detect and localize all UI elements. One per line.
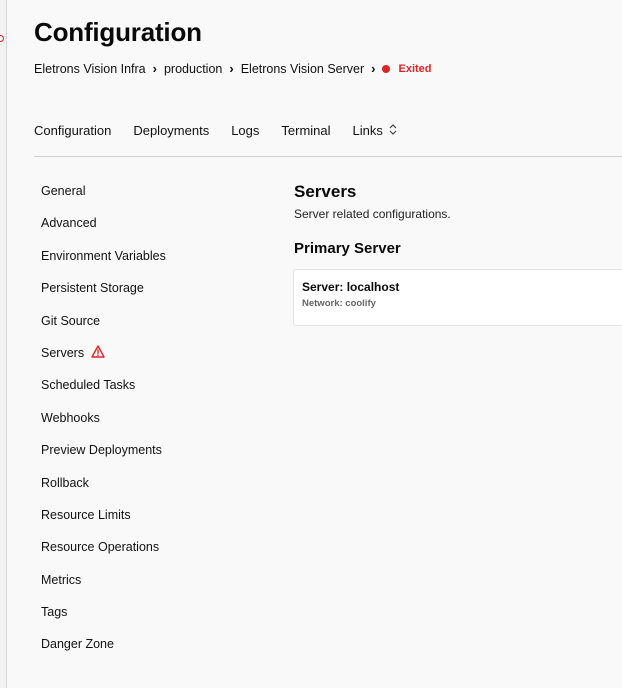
- tab-links[interactable]: Links: [353, 123, 397, 138]
- status-badge: Exited: [398, 62, 432, 75]
- sidebar-item-label: Advanced: [41, 216, 97, 231]
- status-dot-icon: [382, 64, 391, 73]
- sidebar-item-label: Webhooks: [41, 410, 100, 425]
- sidebar-item-label: Servers: [41, 345, 85, 360]
- sidebar-item-git-source[interactable]: Git Source: [41, 314, 166, 346]
- primary-server-heading: Primary Server: [294, 240, 401, 257]
- sidebar-item-label: Environment Variables: [41, 248, 166, 263]
- page-title: Configuration: [34, 17, 202, 47]
- sidebar-item-webhooks[interactable]: Webhooks: [41, 411, 166, 443]
- server-name: Server: localhost: [302, 280, 400, 294]
- sidebar-item-tags[interactable]: Tags: [41, 605, 166, 637]
- tab-terminal[interactable]: Terminal: [281, 123, 330, 138]
- sidebar-item-label: Persistent Storage: [41, 281, 144, 296]
- tab-logs[interactable]: Logs: [231, 123, 259, 138]
- sidebar-item-advanced[interactable]: Advanced: [41, 216, 166, 248]
- sidebar-item-label: Scheduled Tasks: [41, 378, 136, 393]
- chevron-right-icon: ›: [371, 61, 376, 76]
- sidebar-item-label: Metrics: [41, 572, 82, 587]
- server-card[interactable]: Server: localhost Network: coolify: [293, 269, 622, 326]
- chevron-up-down-icon: [389, 123, 397, 138]
- breadcrumb: Eletrons Vision Infra › production › Ele…: [34, 61, 432, 76]
- sidebar-item-preview-deployments[interactable]: Preview Deployments: [41, 443, 166, 475]
- sidebar-item-label: Resource Limits: [41, 507, 131, 522]
- breadcrumb-item-environment[interactable]: production: [164, 62, 222, 76]
- sidebar-item-label: Tags: [41, 605, 68, 620]
- sidebar-item-rollback[interactable]: Rollback: [41, 476, 166, 508]
- server-network: Network: coolify: [302, 298, 376, 309]
- left-rail: [0, 0, 7, 688]
- sidebar-item-label: Rollback: [41, 475, 89, 490]
- sidebar-item-persistent-storage[interactable]: Persistent Storage: [41, 281, 166, 313]
- sidebar-item-label: Danger Zone: [41, 637, 114, 652]
- sidebar-item-environment-variables[interactable]: Environment Variables: [41, 249, 166, 281]
- tab-configuration[interactable]: Configuration: [34, 123, 111, 138]
- chevron-right-icon: ›: [229, 61, 234, 76]
- warning-icon: [91, 345, 105, 361]
- section-heading: Servers: [294, 182, 357, 201]
- sidebar-item-label: Preview Deployments: [41, 443, 162, 458]
- indicator-dot-icon: [0, 35, 4, 42]
- breadcrumb-item-project[interactable]: Eletrons Vision Infra: [34, 62, 146, 76]
- sidebar-item-metrics[interactable]: Metrics: [41, 573, 166, 605]
- sidebar-item-label: Resource Operations: [41, 540, 160, 555]
- divider: [34, 156, 622, 157]
- chevron-right-icon: ›: [152, 61, 157, 76]
- sidebar-item-servers[interactable]: Servers: [41, 345, 166, 378]
- sidebar-item-label: Git Source: [41, 313, 101, 328]
- sidebar-item-label: General: [41, 184, 86, 198]
- sidebar-item-general[interactable]: General: [41, 184, 166, 216]
- breadcrumb-item-resource[interactable]: Eletrons Vision Server: [241, 62, 364, 76]
- sidebar-item-resource-operations[interactable]: Resource Operations: [41, 540, 166, 572]
- section-description: Server related configurations.: [294, 207, 451, 221]
- sidebar-item-danger-zone[interactable]: Danger Zone: [41, 637, 166, 669]
- sidebar-item-scheduled-tasks[interactable]: Scheduled Tasks: [41, 378, 166, 410]
- tab-deployments[interactable]: Deployments: [133, 123, 209, 138]
- sidebar-item-resource-limits[interactable]: Resource Limits: [41, 508, 166, 540]
- sidebar-menu: General Advanced Environment Variables P…: [41, 184, 166, 670]
- tab-bar: Configuration Deployments Logs Terminal …: [34, 123, 419, 138]
- tab-links-label: Links: [352, 123, 383, 138]
